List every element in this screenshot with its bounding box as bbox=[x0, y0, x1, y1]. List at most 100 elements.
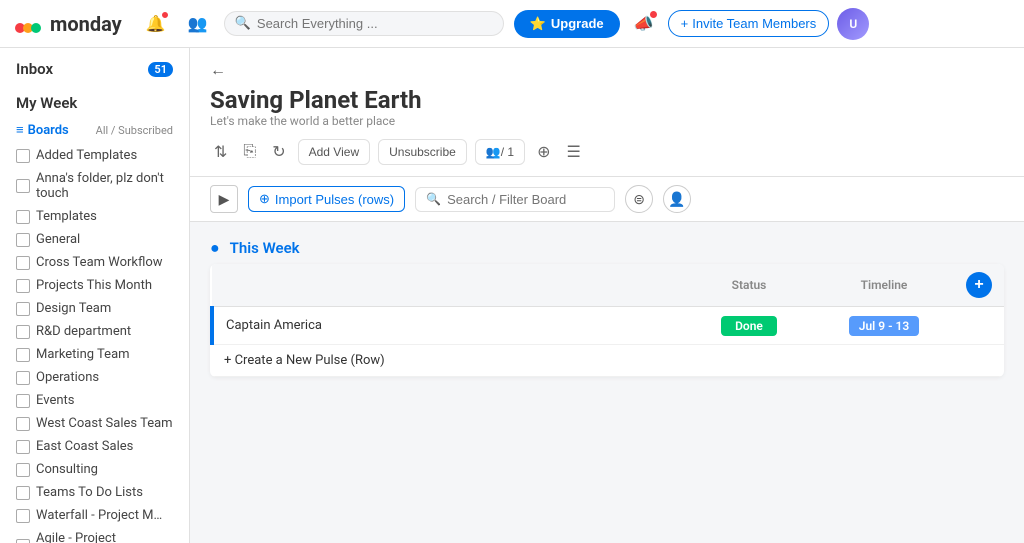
sidebar-item-waterfall[interactable]: Waterfall - Project Manage... bbox=[0, 504, 189, 527]
global-search-bar: 🔍 bbox=[224, 11, 504, 36]
timeline-badge[interactable]: Jul 9 - 13 bbox=[849, 316, 919, 336]
filter-search-input[interactable] bbox=[447, 192, 604, 207]
sidebar-item-annas-folder[interactable]: Anna's folder, plz don't touch bbox=[0, 167, 189, 205]
inbox-title[interactable]: Inbox 51 bbox=[16, 60, 173, 78]
sidebar-item-label: Waterfall - Project Manage... bbox=[36, 508, 166, 523]
sidebar-item-label: Templates bbox=[36, 209, 97, 224]
person-filter-button[interactable]: 👤 bbox=[663, 185, 691, 213]
user-avatar[interactable]: U bbox=[837, 8, 869, 40]
content-area: ← Saving Planet Earth Let's make the wor… bbox=[190, 48, 1024, 543]
import-icon: ⊕ bbox=[259, 191, 270, 207]
sidebar-item-label: Anna's folder, plz don't touch bbox=[36, 171, 173, 201]
board-icon bbox=[16, 463, 30, 477]
sidebar-item-label: Agile - Project Management bbox=[36, 531, 173, 543]
filter-search-bar: 🔍 bbox=[415, 187, 615, 212]
sidebar-item-label: West Coast Sales Team bbox=[36, 416, 173, 431]
top-navigation: monday 🔔 👥 🔍 ⭐ Upgrade 📣 + Invite Team M… bbox=[0, 0, 1024, 48]
board-icon bbox=[16, 149, 30, 163]
sidebar-item-added-templates[interactable]: Added Templates bbox=[0, 144, 189, 167]
monday-logo-icon bbox=[12, 8, 44, 40]
sidebar-item-label: Consulting bbox=[36, 462, 98, 477]
avatar-initials: U bbox=[849, 17, 857, 31]
board-icon bbox=[16, 539, 30, 543]
upgrade-button[interactable]: ⭐ Upgrade bbox=[514, 10, 620, 38]
sidebar-item-templates[interactable]: Templates bbox=[0, 205, 189, 228]
sidebar-item-label: East Coast Sales bbox=[36, 439, 133, 454]
megaphone-icon: 📣 bbox=[634, 14, 654, 34]
members-label: 👥/ 1 bbox=[486, 145, 514, 159]
sidebar-item-events[interactable]: Events bbox=[0, 389, 189, 412]
board-icon bbox=[16, 371, 30, 385]
members-button[interactable]: 👥/ 1 bbox=[475, 139, 525, 165]
inbox-label: Inbox bbox=[16, 60, 53, 78]
sidebar-item-east-coast[interactable]: East Coast Sales bbox=[0, 435, 189, 458]
boards-text: Boards bbox=[28, 123, 69, 138]
board-icon bbox=[16, 348, 30, 362]
sidebar-item-label: R&D department bbox=[36, 324, 131, 339]
add-row[interactable]: + Create a New Pulse (Row) bbox=[212, 345, 1004, 377]
notifications-button[interactable]: 🔔 bbox=[140, 8, 172, 40]
filter-options-button[interactable]: ⊜ bbox=[625, 185, 653, 213]
sidebar-item-teams-todo[interactable]: Teams To Do Lists bbox=[0, 481, 189, 504]
boards-icon: ≡ bbox=[16, 122, 24, 138]
add-row-label: + Create a New Pulse (Row) bbox=[224, 353, 385, 368]
sidebar-item-design-team[interactable]: Design Team bbox=[0, 297, 189, 320]
sidebar-item-consulting[interactable]: Consulting bbox=[0, 458, 189, 481]
person-icon: 👤 bbox=[668, 191, 685, 208]
global-search-input[interactable] bbox=[257, 16, 493, 31]
board-toolbar: ⇅ ⎘ ↻ Add View Unsubscribe 👥/ 1 bbox=[210, 138, 1004, 176]
sidebar-item-label: Operations bbox=[36, 370, 99, 385]
table-body: Captain America Done Jul 9 - 13 + Create… bbox=[212, 307, 1004, 377]
people-button[interactable]: 👥 bbox=[182, 8, 214, 40]
sidebar-item-marketing[interactable]: Marketing Team bbox=[0, 343, 189, 366]
add-column-header: + bbox=[954, 264, 1004, 307]
sidebar-item-projects-month[interactable]: Projects This Month bbox=[0, 274, 189, 297]
announcement-dot bbox=[649, 11, 657, 19]
unsubscribe-button[interactable]: Unsubscribe bbox=[378, 139, 467, 165]
notification-dot bbox=[161, 11, 169, 19]
share-button[interactable]: ⊕ bbox=[533, 138, 554, 166]
board-icon bbox=[16, 279, 30, 293]
copy-button[interactable]: ⎘ bbox=[239, 139, 260, 165]
task-column-header bbox=[212, 264, 684, 307]
sort-button[interactable]: ⇅ bbox=[210, 138, 231, 166]
import-pulses-button[interactable]: ⊕ Import Pulses (rows) bbox=[248, 186, 405, 212]
more-options-button[interactable]: ☰ bbox=[563, 138, 585, 166]
my-week-title[interactable]: My Week bbox=[16, 94, 173, 112]
announcements-button[interactable]: 📣 bbox=[628, 8, 660, 40]
add-column-button[interactable]: + bbox=[966, 272, 992, 298]
sidebar-item-west-coast[interactable]: West Coast Sales Team bbox=[0, 412, 189, 435]
sidebar-item-cross-team[interactable]: Cross Team Workflow bbox=[0, 251, 189, 274]
board-icon bbox=[16, 302, 30, 316]
unsubscribe-label: Unsubscribe bbox=[389, 145, 456, 159]
toggle-icon: ▶ bbox=[219, 191, 230, 208]
add-view-button[interactable]: Add View bbox=[298, 139, 370, 165]
sidebar-item-label: Cross Team Workflow bbox=[36, 255, 163, 270]
status-badge[interactable]: Done bbox=[721, 316, 777, 336]
plus-icon: + bbox=[681, 16, 689, 31]
copy-icon: ⎘ bbox=[243, 143, 256, 160]
logo-text: monday bbox=[50, 12, 122, 36]
my-week-label: My Week bbox=[16, 94, 77, 112]
boards-toggle[interactable]: All / Subscribed bbox=[96, 124, 173, 137]
group-toggle-button[interactable]: ● bbox=[210, 238, 220, 258]
board-icon bbox=[16, 233, 30, 247]
board-header: ← Saving Planet Earth Let's make the wor… bbox=[190, 48, 1024, 177]
boards-label[interactable]: ≡ Boards bbox=[16, 122, 69, 138]
my-week-section: My Week bbox=[0, 82, 189, 116]
back-button[interactable]: ← bbox=[210, 60, 226, 80]
board-icon bbox=[16, 440, 30, 454]
sidebar-item-label: Events bbox=[36, 393, 74, 408]
sidebar-item-operations[interactable]: Operations bbox=[0, 366, 189, 389]
refresh-button[interactable]: ↻ bbox=[268, 138, 289, 166]
upgrade-icon: ⭐ bbox=[530, 16, 546, 32]
add-row-cell[interactable]: + Create a New Pulse (Row) bbox=[212, 345, 1004, 377]
sidebar-item-agile[interactable]: Agile - Project Management bbox=[0, 527, 189, 543]
sidebar-item-rnd[interactable]: R&D department bbox=[0, 320, 189, 343]
people-icon: 👥 bbox=[188, 14, 208, 34]
sidebar-item-general[interactable]: General bbox=[0, 228, 189, 251]
group-title: This Week bbox=[230, 239, 300, 257]
toggle-group-button[interactable]: ▶ bbox=[210, 185, 238, 213]
board-icon bbox=[16, 179, 30, 193]
invite-team-button[interactable]: + Invite Team Members bbox=[668, 10, 830, 37]
